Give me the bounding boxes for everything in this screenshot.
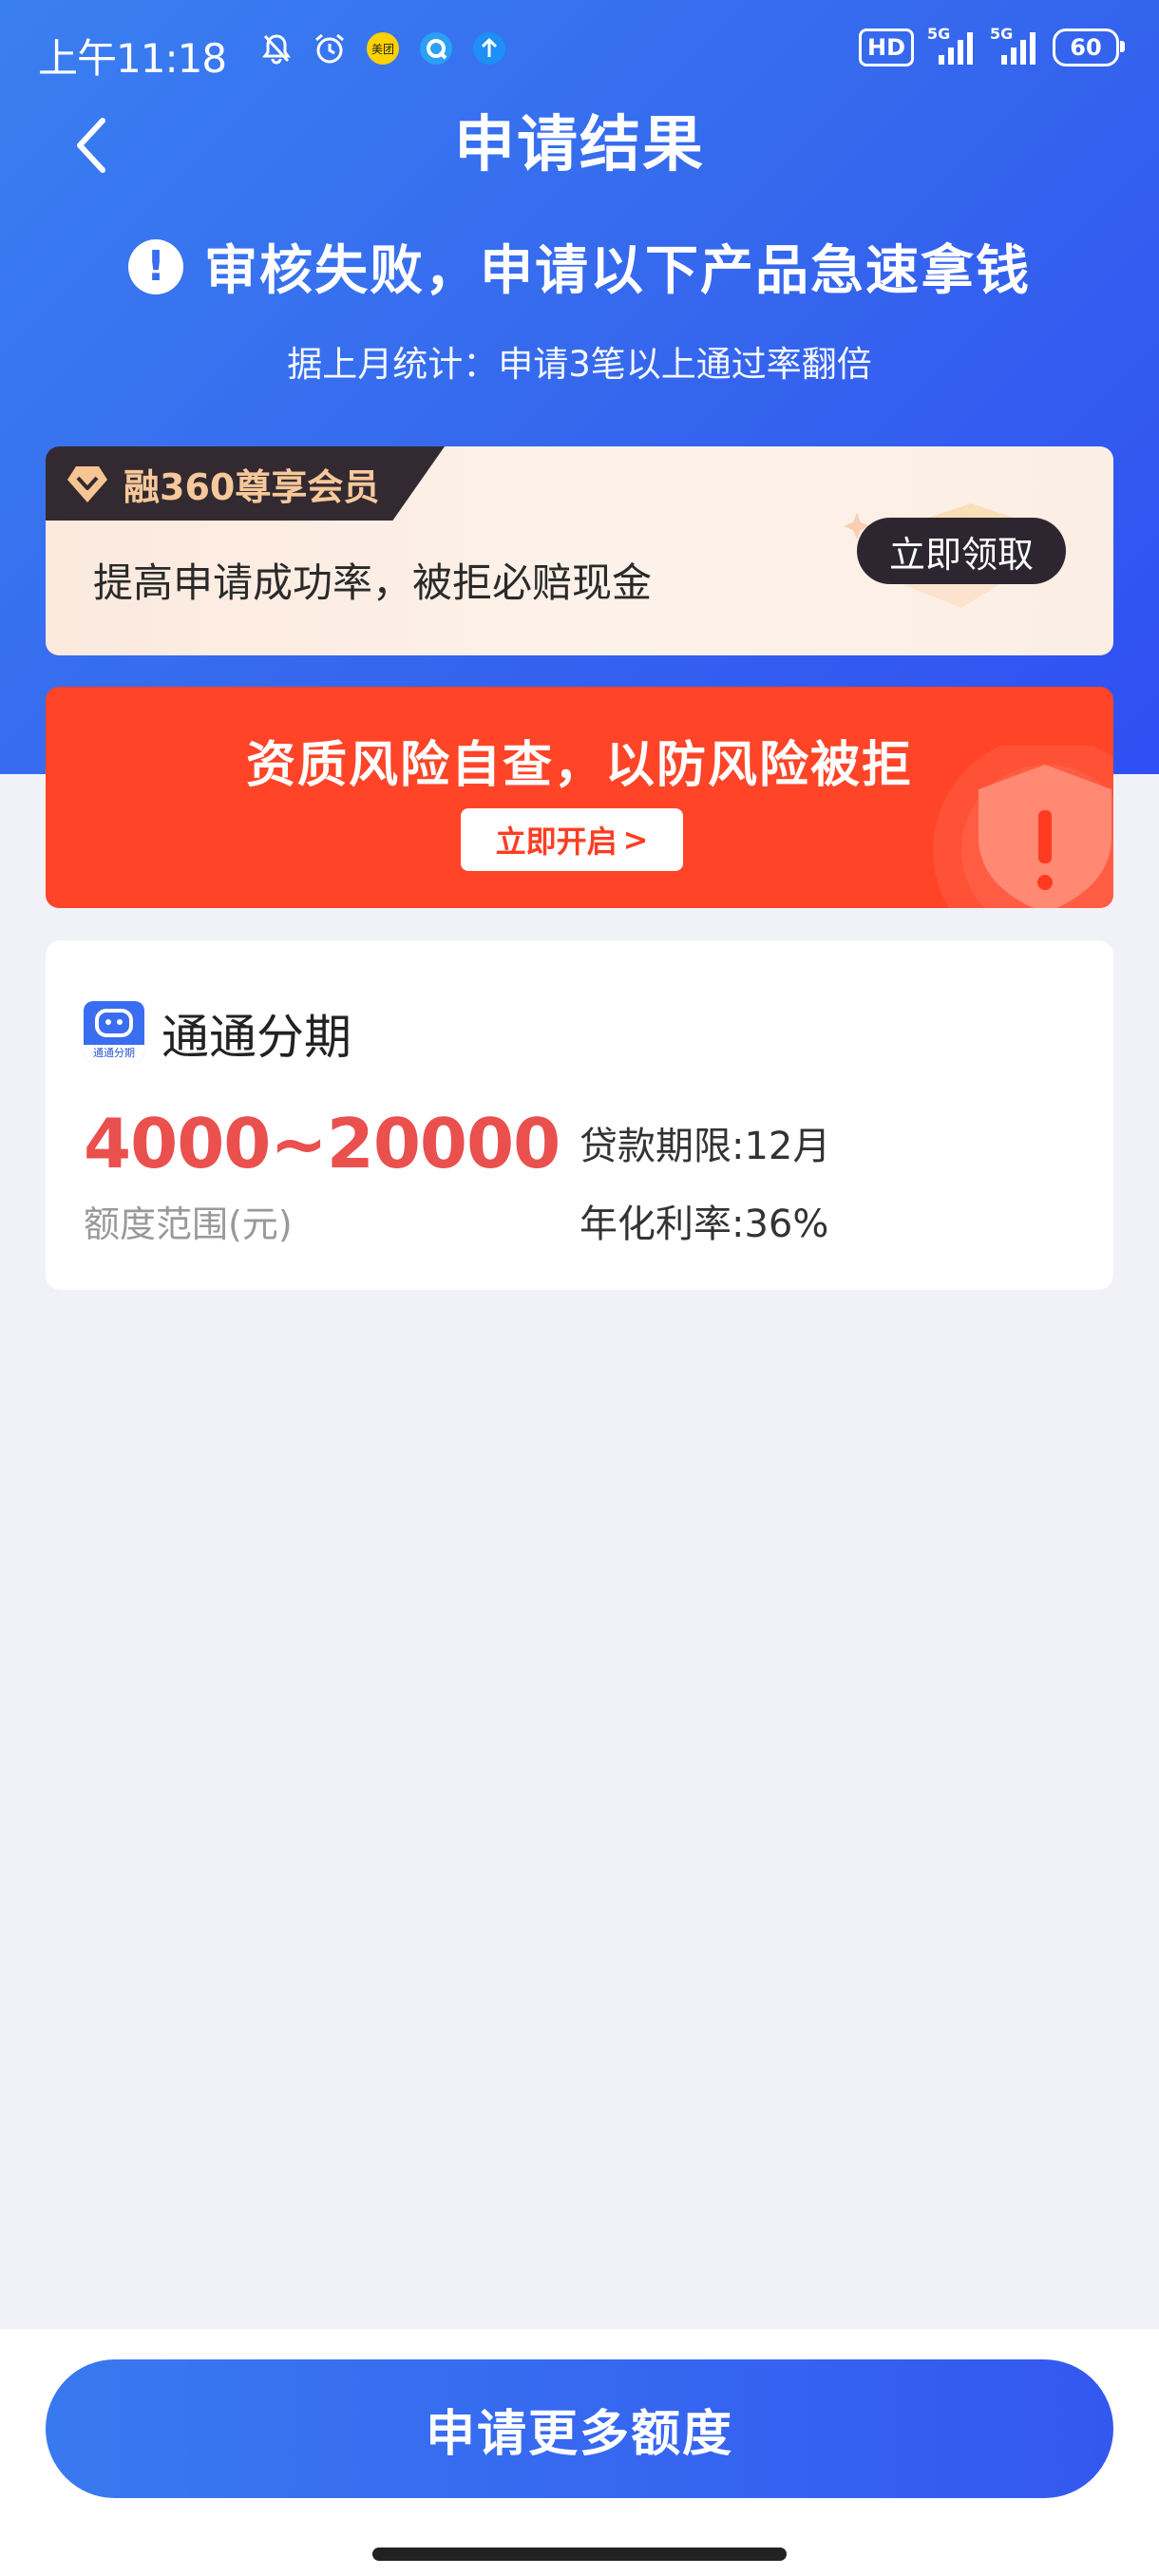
status-time: 上午11:18 [38, 35, 227, 82]
battery-indicator: 60 [1053, 28, 1125, 66]
home-indicator[interactable] [372, 2548, 787, 2561]
statistics-note: 据上月统计：申请3笔以上通过率翻倍 [287, 344, 872, 385]
product-name: 通通分期 [162, 1010, 352, 1065]
vip-member-tag: 融360尊享会员 [46, 446, 445, 521]
hd-badge: HD [858, 28, 914, 66]
logo-label: 通通分期 [84, 1045, 144, 1062]
chevron-right-icon: > [622, 822, 649, 858]
mute-bell-icon [258, 30, 294, 66]
vip-member-description: 提高申请成功率，被拒必赔现金 [93, 559, 653, 606]
apply-more-credit-button[interactable]: 申请更多额度 [46, 2359, 1113, 2498]
result-message-row: ! 审核失败，申请以下产品急速拿钱 [0, 228, 1159, 305]
claim-now-button[interactable]: 立即领取 [857, 518, 1066, 584]
start-now-label: 立即开启 [495, 824, 618, 860]
page-title: 申请结果 [454, 110, 705, 180]
vip-member-tag-label: 融360尊享会员 [124, 465, 380, 508]
amount-range-label: 额度范围(元) [84, 1203, 293, 1245]
upload-arrow-icon [471, 30, 507, 66]
annual-rate: 年化利率:36% [580, 1203, 829, 1246]
meituan-app-icon: 美团 [365, 30, 401, 66]
heart-diamond-icon [67, 466, 107, 502]
signal-icon-secondary: 5G [990, 25, 1039, 66]
status-notification-icons: 美团 [258, 30, 507, 66]
result-message: 审核失败，申请以下产品急速拿钱 [204, 240, 1031, 302]
browser-app-icon [418, 30, 454, 66]
tongtong-logo-icon: 通通分期 [84, 1001, 144, 1062]
product-card[interactable]: 通通分期 通通分期 4000~20000 额度范围(元) 贷款期限:12月 年化… [46, 940, 1113, 1290]
alarm-icon [312, 30, 348, 66]
meituan-label: 美团 [371, 43, 394, 56]
start-now-button[interactable]: 立即开启 > [461, 808, 683, 871]
exclamation-icon: ! [128, 238, 183, 294]
loan-term: 贷款期限:12月 [580, 1125, 831, 1168]
bottom-action-bar: 申请更多额度 [0, 2329, 1159, 2576]
vip-member-card[interactable]: 融360尊享会员 提高申请成功率，被拒必赔现金 立即领取 [46, 446, 1113, 655]
signal-icon: 5G [927, 25, 977, 66]
amount-range: 4000~20000 [84, 1104, 560, 1184]
status-bar: 上午11:18 美团 HD 5G 5G 60 [0, 0, 1159, 104]
shield-warning-icon [933, 746, 1113, 908]
risk-check-banner[interactable]: 资质风险自查，以防风险被拒 立即开启 > [46, 687, 1113, 908]
status-system-icons: HD 5G 5G 60 [858, 25, 1125, 66]
